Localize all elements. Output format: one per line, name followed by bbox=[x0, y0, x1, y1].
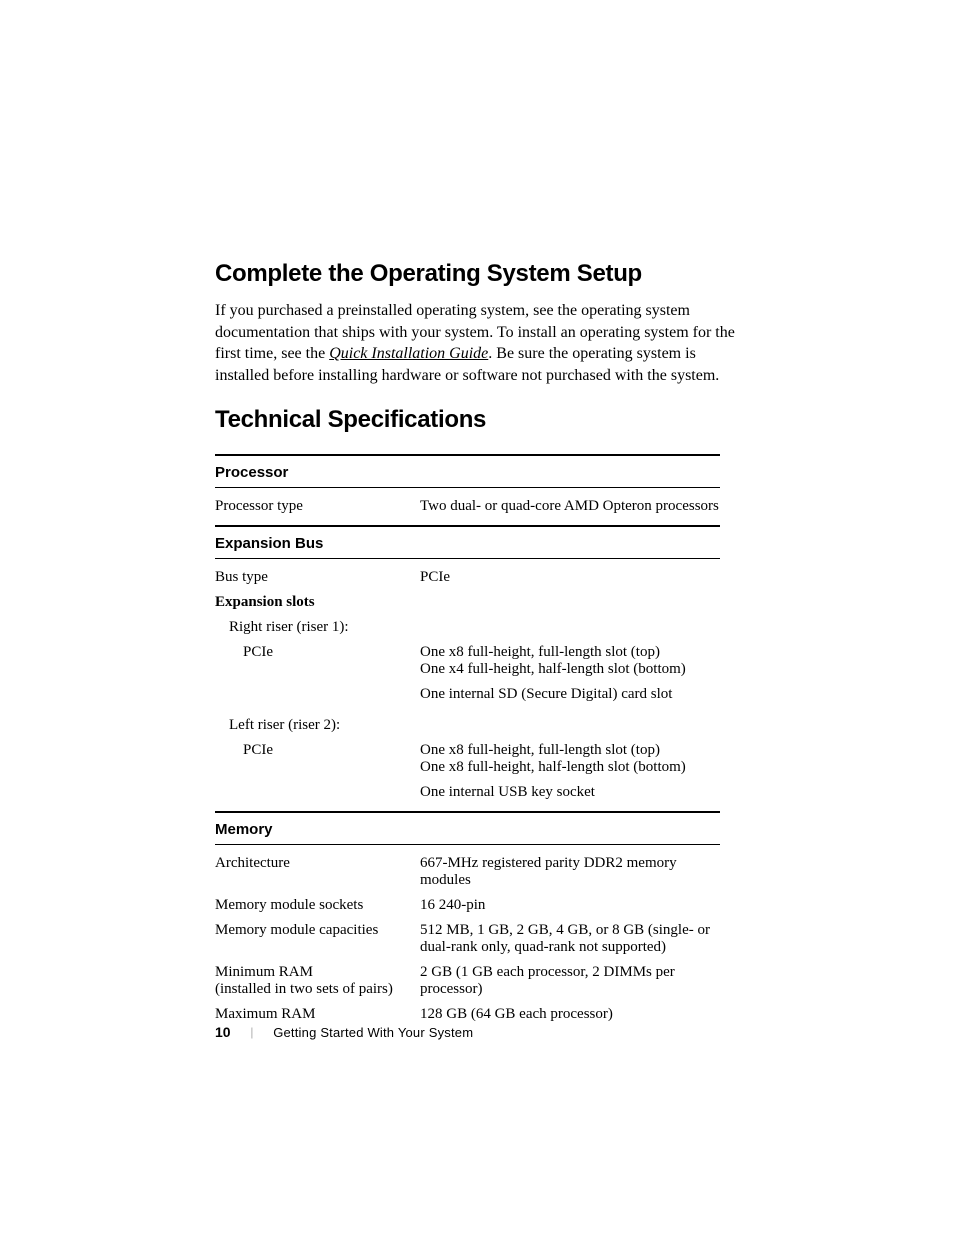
spec-label: Maximum RAM bbox=[215, 1006, 420, 1023]
spec-row: Memory module sockets 16 240-pin bbox=[215, 893, 720, 918]
spec-row: PCIe One x8 full-height, full-length slo… bbox=[215, 640, 720, 682]
rule bbox=[215, 454, 720, 456]
section-processor: Processor bbox=[215, 460, 720, 483]
spec-value: 667-MHz registered parity DDR2 memory mo… bbox=[420, 855, 720, 889]
spec-row: Architecture 667-MHz registered parity D… bbox=[215, 851, 720, 893]
spec-label: Right riser (riser 1): bbox=[215, 619, 420, 636]
spec-label bbox=[215, 686, 420, 703]
spec-row: Right riser (riser 1): bbox=[215, 615, 720, 640]
spec-value: PCIe bbox=[420, 569, 720, 586]
spec-label: Bus type bbox=[215, 569, 420, 586]
section-memory: Memory bbox=[215, 817, 720, 840]
spec-label: Minimum RAM (installed in two sets of pa… bbox=[215, 964, 420, 998]
page-footer: 10 | Getting Started With Your System bbox=[215, 1024, 473, 1040]
spec-value: One x8 full-height, full-length slot (to… bbox=[420, 742, 720, 776]
section-expansion: Expansion Bus bbox=[215, 531, 720, 554]
footer-section: Getting Started With Your System bbox=[273, 1025, 473, 1040]
heading-tech-specs: Technical Specifications bbox=[215, 406, 739, 434]
footer-divider: | bbox=[251, 1024, 254, 1040]
spec-row: Memory module capacities 512 MB, 1 GB, 2… bbox=[215, 918, 720, 960]
spec-value: 16 240-pin bbox=[420, 897, 720, 914]
spec-value: One internal SD (Secure Digital) card sl… bbox=[420, 686, 720, 703]
spec-row: Processor type Two dual- or quad-core AM… bbox=[215, 494, 720, 519]
spec-value: Two dual- or quad-core AMD Opteron proce… bbox=[420, 498, 720, 515]
spec-label: PCIe bbox=[215, 742, 420, 776]
page-number: 10 bbox=[215, 1024, 231, 1040]
rule bbox=[215, 844, 720, 845]
spec-label: Left riser (riser 2): bbox=[215, 717, 420, 734]
heading-setup: Complete the Operating System Setup bbox=[215, 260, 739, 288]
para-link: Quick Installation Guide bbox=[329, 345, 488, 362]
spec-value: One x8 full-height, full-length slot (to… bbox=[420, 644, 720, 678]
spec-label: Expansion slots bbox=[215, 594, 420, 611]
spec-label: Memory module sockets bbox=[215, 897, 420, 914]
spec-row: One internal SD (Secure Digital) card sl… bbox=[215, 682, 720, 707]
spec-row: Bus type PCIe bbox=[215, 565, 720, 590]
spec-row: Expansion slots bbox=[215, 590, 720, 615]
spec-table: Processor Processor type Two dual- or qu… bbox=[215, 454, 720, 1027]
spec-label: Processor type bbox=[215, 498, 420, 515]
spec-value bbox=[420, 619, 720, 636]
rule bbox=[215, 811, 720, 813]
rule bbox=[215, 525, 720, 527]
rule bbox=[215, 558, 720, 559]
spec-value: 128 GB (64 GB each processor) bbox=[420, 1006, 720, 1023]
spec-label: Architecture bbox=[215, 855, 420, 889]
spec-row: One internal USB key socket bbox=[215, 780, 720, 805]
spec-label: Memory module capacities bbox=[215, 922, 420, 956]
spec-row: PCIe One x8 full-height, full-length slo… bbox=[215, 738, 720, 780]
spec-row: Left riser (riser 2): bbox=[215, 713, 720, 738]
spec-value: 512 MB, 1 GB, 2 GB, 4 GB, or 8 GB (singl… bbox=[420, 922, 720, 956]
spec-row: Minimum RAM (installed in two sets of pa… bbox=[215, 960, 720, 1002]
spec-value bbox=[420, 594, 720, 611]
spec-value bbox=[420, 717, 720, 734]
setup-paragraph: If you purchased a preinstalled operatin… bbox=[215, 300, 739, 386]
page-body: Complete the Operating System Setup If y… bbox=[0, 0, 954, 1027]
spec-label: PCIe bbox=[215, 644, 420, 678]
spec-value: One internal USB key socket bbox=[420, 784, 720, 801]
rule bbox=[215, 487, 720, 488]
spec-label bbox=[215, 784, 420, 801]
spec-value: 2 GB (1 GB each processor, 2 DIMMs per p… bbox=[420, 964, 720, 998]
